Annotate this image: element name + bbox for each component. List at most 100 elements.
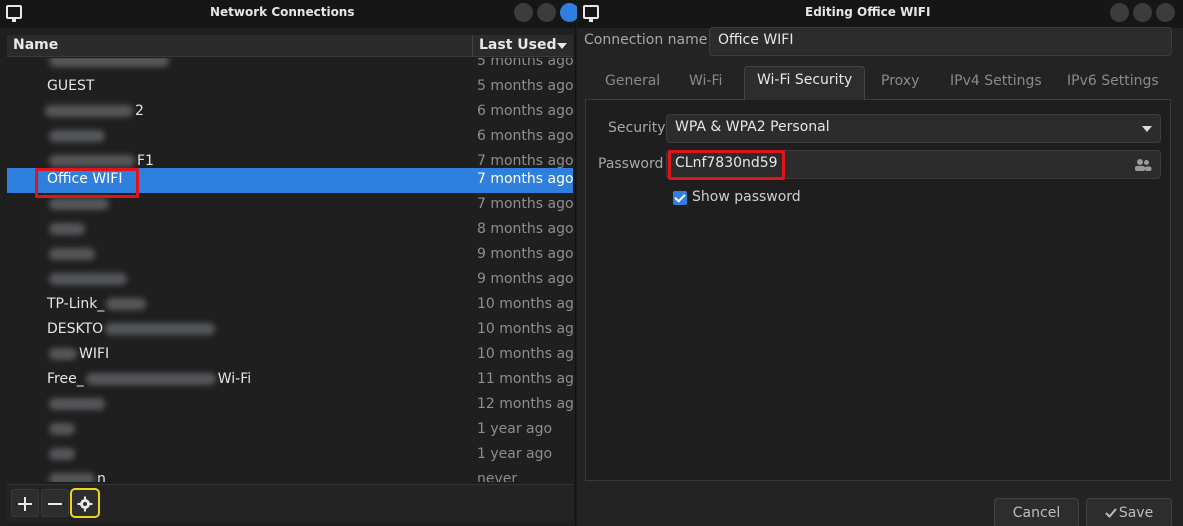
connection-name: Free_ Wi-Fi [47,371,252,387]
tab-proxy[interactable]: Proxy [881,68,919,98]
list-item[interactable]: n never [7,468,573,482]
save-button-label: Save [1118,505,1154,521]
edit-connection-button[interactable] [71,489,99,517]
cancel-button[interactable]: Cancel [994,498,1079,526]
list-item[interactable]: 9 months ago [7,268,573,293]
connection-last-used: 7 months ago [477,196,573,212]
monitor-icon [6,5,22,22]
connection-name [47,128,107,144]
tab-bar: General Wi-Fi Wi-Fi Security Proxy IPv4 … [585,62,1171,100]
connection-name [47,196,111,212]
wifi-security-panel: Security WPA & WPA2 Personal Password CL… [585,100,1171,481]
connection-name [47,221,87,237]
connection-last-used: 1 year ago [477,421,553,437]
connection-last-used: 5 months ago [477,58,573,69]
column-header-last-used[interactable]: Last Used [473,35,573,57]
password-label: Password [598,156,664,172]
tab-wifi-security[interactable]: Wi-Fi Security [744,66,866,100]
plus-icon [18,497,32,511]
connection-last-used: never [477,471,518,482]
minimize-button[interactable] [514,3,533,22]
maximize-button[interactable] [537,3,556,22]
maximize-button[interactable] [1133,3,1152,22]
checkmark-icon [1105,508,1117,518]
minimize-button[interactable] [1110,3,1129,22]
close-button[interactable] [1156,3,1175,22]
list-item[interactable]: 9 months ago [7,243,573,268]
list-item[interactable]: WIFI 10 months ago [7,343,573,368]
connection-name: 2 [43,103,144,119]
connection-name [47,421,77,437]
connection-name [47,396,107,412]
users-icon [1135,159,1152,171]
list-item[interactable]: 7 months ago [7,193,573,218]
connection-last-used: 9 months ago [477,246,573,262]
connection-list: 5 months ago GUEST 5 months ago 2 6 mont… [7,58,573,482]
checkbox-checked-icon [673,191,687,205]
connection-name: TP-Link_ [47,296,148,312]
connection-name [47,246,97,262]
tab-ipv4-settings[interactable]: IPv4 Settings [950,68,1042,98]
connection-name-label: Connection name [584,32,708,48]
connection-name: F1 [47,153,154,169]
connection-last-used: 6 months ago [477,128,573,144]
list-item[interactable]: GUEST 5 months ago [7,75,573,100]
connection-last-used: 5 months ago [477,78,573,94]
password-value: CLnf7830nd59 [675,155,778,171]
minus-icon [48,503,62,505]
security-label: Security [608,120,666,136]
editing-connection-window: Editing Office WIFI Connection name Offi… [577,0,1183,526]
connection-name: DESKTO [47,321,217,337]
list-item[interactable]: 12 months ago [7,393,573,418]
connection-last-used: 6 months ago [477,103,573,119]
list-item-selected[interactable]: Office WIFI 7 months ago [7,168,573,193]
bottom-toolbar [7,484,573,522]
save-button[interactable]: Save [1086,498,1172,526]
tab-wifi[interactable]: Wi-Fi [689,68,722,98]
connection-name: n [47,471,106,482]
window-title: Editing Office WIFI [805,5,931,19]
password-input[interactable]: CLnf7830nd59 [666,150,1161,179]
show-password-label: Show password [692,189,801,205]
remove-connection-button[interactable] [41,489,69,517]
connection-name: Office WIFI [47,171,123,187]
list-item[interactable]: 1 year ago [7,418,573,443]
connection-name [47,58,171,69]
chevron-down-icon [1142,126,1152,132]
sort-arrow-icon [557,43,567,49]
column-header-last-used-label: Last Used [479,37,557,53]
connection-name: GUEST [47,78,95,94]
connection-last-used: 8 months ago [477,221,573,237]
security-dropdown[interactable]: WPA & WPA2 Personal [666,114,1161,143]
security-dropdown-value: WPA & WPA2 Personal [675,119,830,135]
list-item[interactable]: 8 months ago [7,218,573,243]
connection-last-used: 9 months ago [477,271,573,287]
connection-last-used: 12 months ago [477,396,573,412]
list-item[interactable]: TP-Link_ 10 months ago [7,293,573,318]
column-header-name[interactable]: Name [7,35,473,57]
connection-last-used: 10 months ago [477,321,573,337]
connection-name: WIFI [47,346,109,362]
list-item[interactable]: 1 year ago [7,443,573,468]
connection-name-input[interactable]: Office WIFI [709,27,1172,56]
gear-icon [77,496,93,512]
connection-last-used: 10 months ago [477,296,573,312]
list-item[interactable]: Free_ Wi-Fi 11 months ago [7,368,573,393]
connection-name [47,446,77,462]
connection-name [47,271,129,287]
connection-last-used: 10 months ago [477,346,573,362]
list-item[interactable]: 2 6 months ago [7,100,573,125]
connection-last-used: 11 months ago [477,371,573,387]
monitor-icon [583,5,599,22]
connection-last-used: 7 months ago [477,171,573,187]
tab-ipv6-settings[interactable]: IPv6 Settings [1067,68,1159,98]
connection-last-used: 1 year ago [477,446,553,462]
window-title: Network Connections [210,5,355,19]
list-item[interactable]: 5 months ago [7,58,573,75]
list-header: Name Last Used [7,35,573,57]
tab-general[interactable]: General [605,68,660,98]
list-item[interactable]: 6 months ago [7,125,573,150]
list-item[interactable]: DESKTO 10 months ago [7,318,573,343]
add-connection-button[interactable] [11,489,39,517]
titlebar: Network Connections [0,0,579,28]
